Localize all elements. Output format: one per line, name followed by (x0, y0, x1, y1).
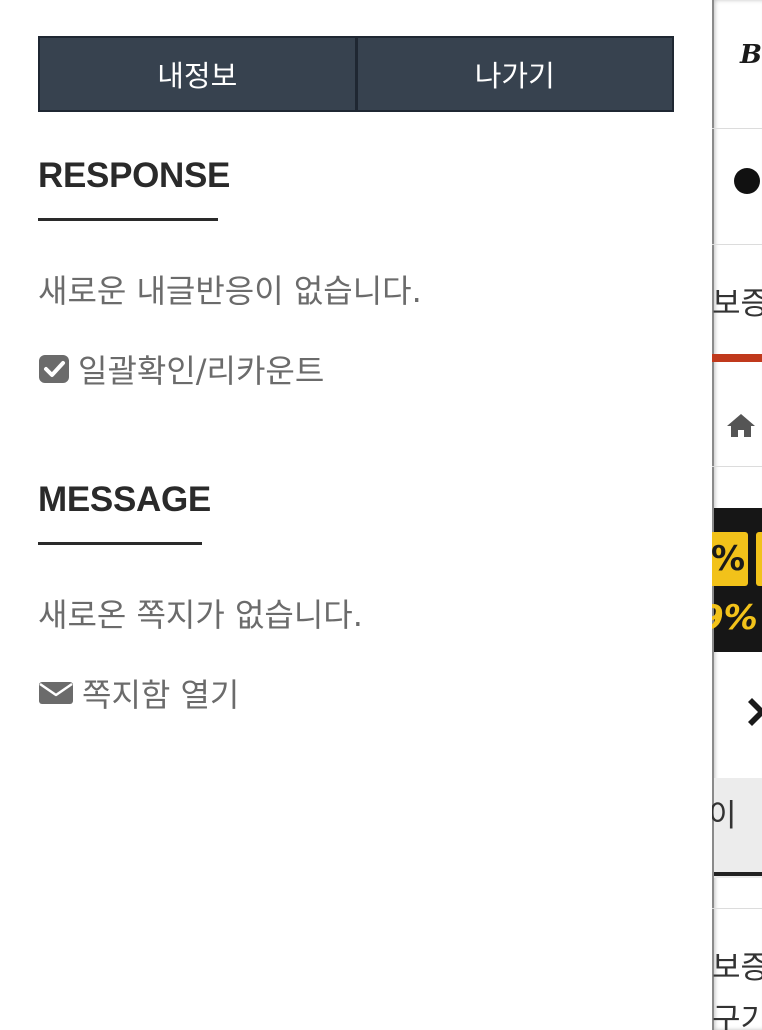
nav-text-fragment: 보증 (712, 286, 762, 322)
banner-tile: % (712, 532, 748, 586)
bulk-confirm-recount-label: 일괄확인/리카운트 (78, 352, 325, 390)
tab-underline (714, 872, 762, 876)
my-info-button[interactable]: 내정보 (40, 38, 355, 110)
response-empty-message: 새로운 내글반응이 없습니다. (38, 272, 422, 310)
account-button-group: 내정보 나가기 (38, 36, 674, 112)
logout-button[interactable]: 나가기 (354, 38, 672, 110)
list-text-fragment: 구기 (712, 1002, 762, 1030)
side-drawer: 내정보 나가기 RESPONSE 새로운 내글반응이 없습니다. 일괄확인/리카… (0, 0, 712, 1030)
home-icon (727, 414, 755, 437)
open-message-box-link[interactable]: 쪽지함 열기 (38, 670, 239, 716)
banner-text: 9% (712, 598, 758, 638)
close-icon[interactable] (742, 692, 762, 732)
response-section-title: RESPONSE (38, 156, 231, 195)
response-title-underline (38, 218, 218, 221)
divider (712, 128, 762, 129)
message-section-title: MESSAGE (38, 480, 211, 519)
divider (712, 908, 762, 909)
divider (712, 244, 762, 245)
divider (712, 466, 762, 467)
bullet-dot (734, 168, 760, 194)
accent-bar (712, 354, 762, 362)
check-square-icon (39, 355, 69, 383)
promo-banner: % 9% (712, 508, 762, 652)
list-text-fragment: 보증 (712, 950, 762, 986)
message-empty-message: 새로온 쪽지가 없습니다. (38, 596, 363, 634)
tab-strip: 이 (712, 778, 762, 878)
open-message-box-label: 쪽지함 열기 (82, 676, 240, 714)
site-logo-fragment: B (740, 40, 762, 70)
envelope-icon (39, 682, 73, 704)
bulk-confirm-recount-link[interactable]: 일괄확인/리카운트 (38, 346, 324, 392)
background-page: B 보증 % 9% 이 보증 구기 (712, 0, 762, 1030)
message-title-underline (38, 542, 202, 545)
banner-tile (756, 532, 762, 586)
tab-text-fragment: 이 (712, 798, 737, 834)
